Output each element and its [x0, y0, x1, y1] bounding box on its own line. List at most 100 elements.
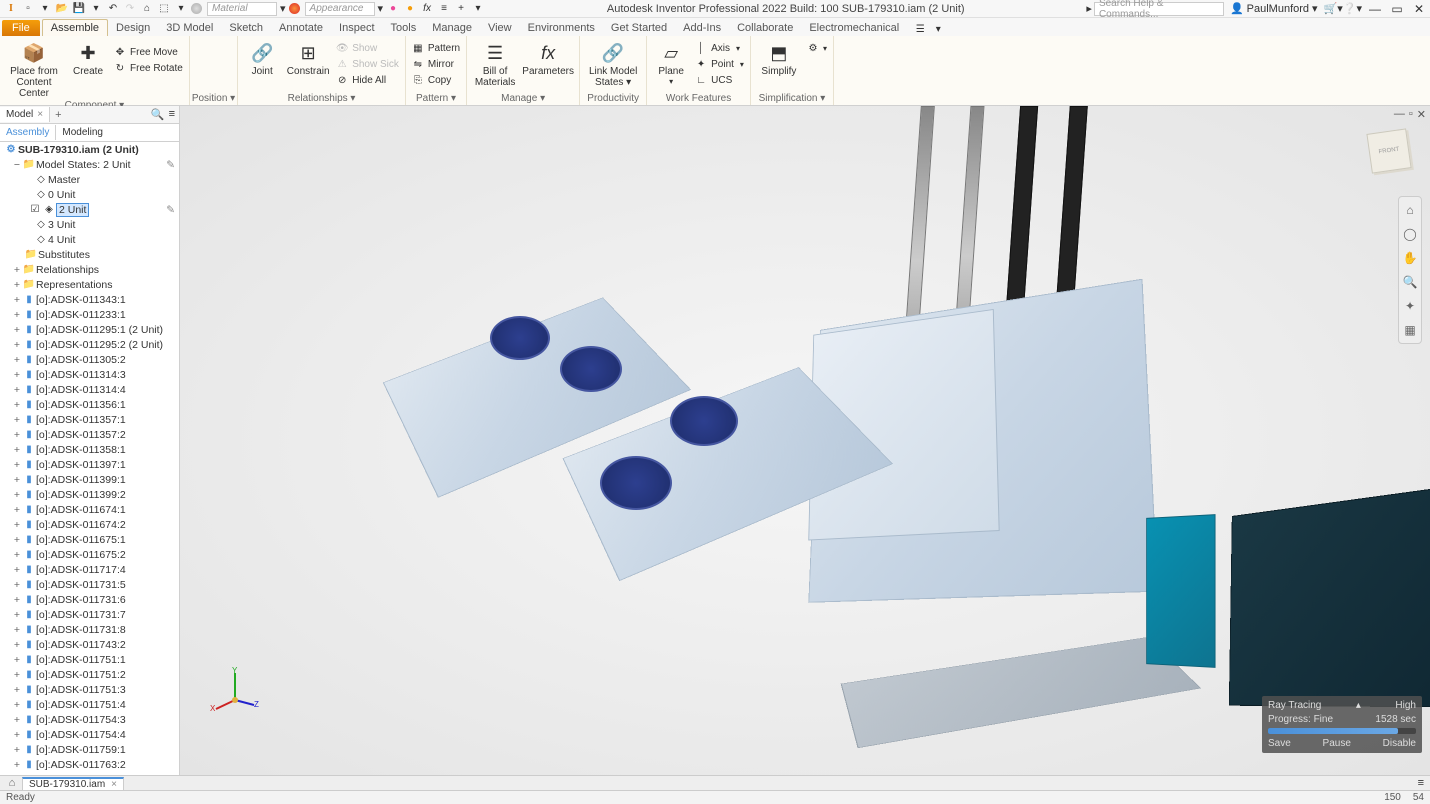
tree-part[interactable]: +▮[o]:ADSK-011295:1 (2 Unit)	[0, 322, 179, 337]
raytrace-collapse-icon[interactable]: ▴	[1356, 700, 1361, 711]
checkbox-icon[interactable]: ☑	[28, 204, 42, 215]
save-icon[interactable]: 💾	[72, 2, 86, 16]
tree-part[interactable]: +▮[o]:ADSK-011675:1	[0, 532, 179, 547]
minimize-button[interactable]: —	[1368, 2, 1382, 16]
appearance-dropdown[interactable]: Appearance	[305, 2, 375, 16]
tab-environments[interactable]: Environments	[520, 20, 603, 36]
edit-icon[interactable]: ✎	[166, 159, 175, 171]
tab-sketch[interactable]: Sketch	[221, 20, 271, 36]
tab-assemble[interactable]: Assemble	[42, 19, 108, 36]
doctab-active[interactable]: SUB-179310.iam ×	[22, 777, 124, 790]
tree-part[interactable]: +▮[o]:ADSK-011731:8	[0, 622, 179, 637]
search-browser-icon[interactable]: 🔍	[151, 108, 165, 121]
tree-part[interactable]: +▮[o]:ADSK-011357:1	[0, 412, 179, 427]
expand-icon[interactable]: +	[12, 579, 22, 591]
tab-addins[interactable]: Add-Ins	[675, 20, 729, 36]
appearance-arrow-icon[interactable]: ▾	[378, 2, 384, 15]
raytrace-save-button[interactable]: Save	[1268, 738, 1291, 749]
show-button[interactable]: 👁Show	[336, 41, 399, 55]
user-account[interactable]: 👤 PaulMunford ▾	[1230, 2, 1318, 15]
group-relationships-label[interactable]: Relationships ▾	[244, 92, 399, 105]
tree-part[interactable]: +▮[o]:ADSK-011763:2	[0, 757, 179, 772]
expand-icon[interactable]: +	[12, 654, 22, 666]
expand-icon[interactable]: +	[12, 564, 22, 576]
tree-part[interactable]: +▮[o]:ADSK-011357:2	[0, 427, 179, 442]
expand-icon[interactable]: +	[12, 669, 22, 681]
tree-part[interactable]: +▮[o]:ADSK-011743:2	[0, 637, 179, 652]
tree-part[interactable]: +▮[o]:ADSK-011399:2	[0, 487, 179, 502]
simplify-button[interactable]: ⬒ Simplify	[757, 39, 801, 77]
tree-part[interactable]: +▮[o]:ADSK-011751:3	[0, 682, 179, 697]
bom-button[interactable]: ☰ Bill of Materials	[473, 39, 517, 88]
tree-part[interactable]: +▮[o]:ADSK-011399:1	[0, 472, 179, 487]
doc-minimize-icon[interactable]: —	[1394, 108, 1405, 121]
expand-icon[interactable]: +	[12, 774, 22, 776]
tree-part[interactable]: +▮[o]:ADSK-011773:3	[0, 772, 179, 775]
tree-part[interactable]: +▮[o]:ADSK-011751:4	[0, 697, 179, 712]
group-manage-label[interactable]: Manage ▾	[473, 92, 573, 105]
tree-part[interactable]: +▮[o]:ADSK-011731:6	[0, 592, 179, 607]
cart-icon[interactable]: 🛒▾	[1324, 2, 1343, 15]
constrain-button[interactable]: ⊞ Constrain	[286, 39, 330, 77]
tree-part[interactable]: +▮[o]:ADSK-011674:1	[0, 502, 179, 517]
ucs-button[interactable]: ∟UCS	[695, 73, 744, 87]
expand-icon[interactable]: +	[12, 549, 22, 561]
tree-modelstates[interactable]: − 📁 Model States: 2 Unit ✎	[0, 157, 179, 172]
tree-part[interactable]: +▮[o]:ADSK-011343:1	[0, 292, 179, 307]
qat-dropdown-2-icon[interactable]: ▾	[89, 2, 103, 16]
color-1-icon[interactable]: ●	[386, 2, 400, 16]
collapse-icon[interactable]: −	[12, 159, 22, 171]
expand-icon[interactable]: +	[12, 489, 22, 501]
open-icon[interactable]: 📂	[55, 2, 69, 16]
tab-collaborate[interactable]: Collaborate	[729, 20, 801, 36]
tree-part[interactable]: +▮[o]:ADSK-011295:2 (2 Unit)	[0, 337, 179, 352]
link-model-states-button[interactable]: 🔗 Link Model States ▾	[586, 39, 640, 88]
tree-part[interactable]: +▮[o]:ADSK-011754:4	[0, 727, 179, 742]
doctabs-home-icon[interactable]: ⌂	[4, 777, 20, 789]
select-dropdown-icon[interactable]: ▾	[174, 2, 188, 16]
raytrace-disable-button[interactable]: Disable	[1383, 738, 1416, 749]
expand-icon[interactable]: +	[12, 294, 22, 306]
tree-state-4[interactable]: ◇4 Unit	[0, 232, 179, 247]
tree-state-2[interactable]: ☑ ◈ 2 Unit ✎	[0, 202, 179, 217]
home-icon[interactable]: ⌂	[140, 2, 154, 16]
expand-icon[interactable]: +	[12, 594, 22, 606]
tree-part[interactable]: +▮[o]:ADSK-011759:1	[0, 742, 179, 757]
undo-icon[interactable]: ↶	[106, 2, 120, 16]
simplify-extra-button[interactable]: ⚙▾	[807, 41, 827, 55]
group-simplification-label[interactable]: Simplification ▾	[757, 92, 827, 105]
expand-icon[interactable]: +	[12, 684, 22, 696]
expand-icon[interactable]: +	[12, 729, 22, 741]
tab-electromechanical[interactable]: Electromechanical	[801, 20, 907, 36]
hide-all-button[interactable]: ⊘Hide All	[336, 73, 399, 87]
axis-button[interactable]: │Axis▾	[695, 41, 744, 55]
raytrace-quality[interactable]: High	[1395, 700, 1416, 711]
material-swatch-icon[interactable]	[191, 3, 202, 14]
material-dropdown[interactable]: Material	[207, 2, 277, 16]
tree-relationships[interactable]: + 📁Relationships	[0, 262, 179, 277]
tree-substitutes[interactable]: 📁Substitutes	[0, 247, 179, 262]
tree-part[interactable]: +▮[o]:ADSK-011358:1	[0, 442, 179, 457]
free-move-button[interactable]: ✥Free Move	[114, 45, 183, 59]
pattern-button[interactable]: ▦Pattern	[412, 41, 460, 55]
help-icon[interactable]: ❔▾	[1343, 2, 1362, 15]
expand-icon[interactable]: +	[12, 474, 22, 486]
select-icon[interactable]: ⬚	[157, 2, 171, 16]
doc-restore-icon[interactable]: ▫	[1409, 108, 1413, 121]
expand-icon[interactable]: +	[12, 519, 22, 531]
plane-button[interactable]: ▱ Plane ▾	[653, 39, 689, 86]
expand-icon[interactable]: +	[12, 384, 22, 396]
tree-part[interactable]: +▮[o]:ADSK-011751:1	[0, 652, 179, 667]
model-tree[interactable]: ⚙ SUB-179310.iam (2 Unit) − 📁 Model Stat…	[0, 142, 179, 775]
joint-button[interactable]: 🔗 Joint	[244, 39, 280, 77]
tab-manage[interactable]: Manage	[424, 20, 480, 36]
tree-part[interactable]: +▮[o]:ADSK-011233:1	[0, 307, 179, 322]
tab-view[interactable]: View	[480, 20, 520, 36]
expand-icon[interactable]: +	[12, 264, 22, 276]
expand-icon[interactable]: +	[12, 354, 22, 366]
tree-part[interactable]: +▮[o]:ADSK-011751:2	[0, 667, 179, 682]
expand-icon[interactable]: +	[12, 534, 22, 546]
tab-design[interactable]: Design	[108, 20, 158, 36]
doctabs-menu-icon[interactable]: ≡	[1418, 777, 1424, 789]
expand-icon[interactable]: +	[12, 609, 22, 621]
